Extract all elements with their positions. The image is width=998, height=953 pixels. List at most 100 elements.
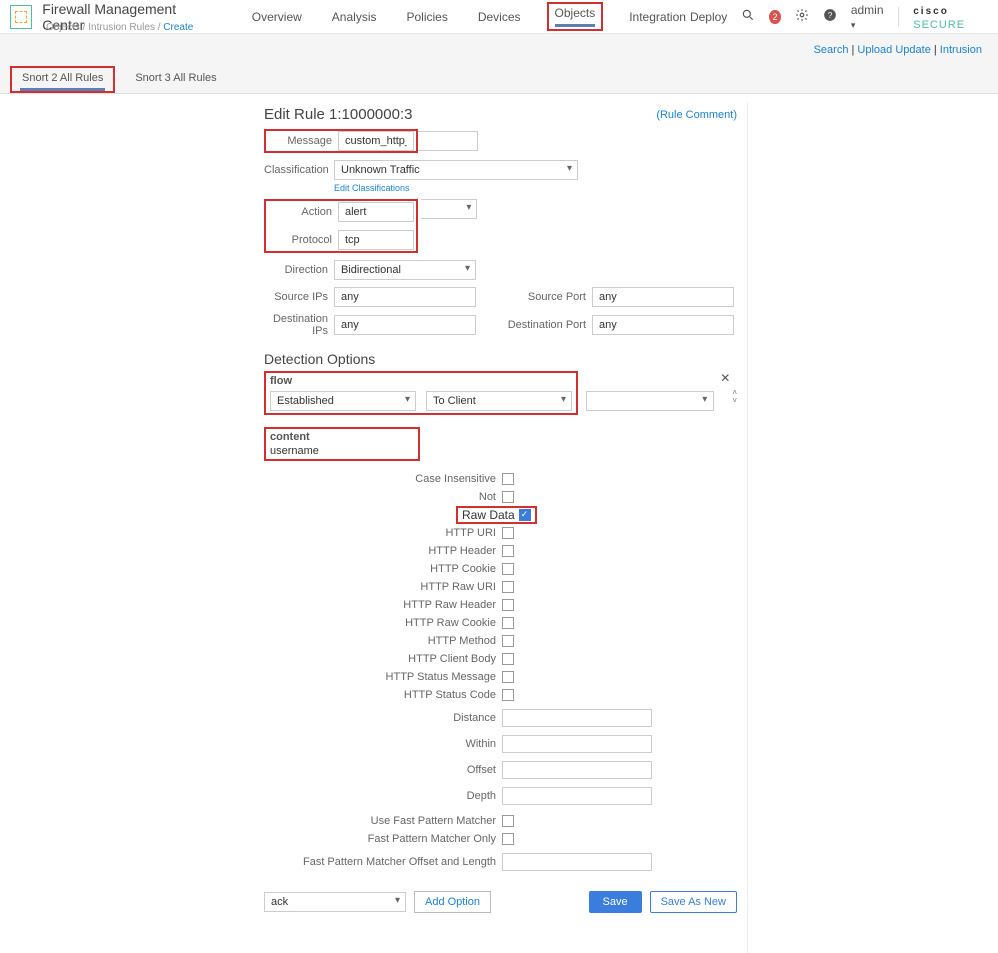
chk-http-client-body[interactable]	[502, 653, 514, 665]
panel-title: Edit Rule 1:1000000:3	[264, 106, 656, 123]
edit-rule-panel: Edit Rule 1:1000000:3 (Rule Comment) Mes…	[258, 102, 748, 953]
label-protocol: Protocol	[268, 234, 332, 246]
edit-classifications-link[interactable]: Edit Classifications	[334, 183, 737, 193]
dstips-input[interactable]	[334, 315, 476, 335]
nav-overview[interactable]: Overview	[248, 2, 306, 32]
subheader: Search | Upload Update | Intrusion Snort…	[0, 34, 998, 94]
chk-rawdata[interactable]	[519, 509, 531, 521]
chk-http-status-message[interactable]	[502, 671, 514, 683]
main-nav: Overview Analysis Policies Devices Objec…	[248, 2, 690, 32]
label-srcport: Source Port	[494, 291, 586, 303]
label-rawdata: Raw Data	[462, 508, 515, 522]
breadcrumb-p1[interactable]: Objects	[46, 22, 80, 33]
classification-select[interactable]: Unknown Traffic	[334, 160, 578, 180]
flow-close-icon[interactable]: ✕	[720, 371, 730, 385]
label-direction: Direction	[264, 264, 328, 276]
label-depth: Depth	[264, 790, 496, 802]
label-fast-pattern-matcher-only: Fast Pattern Matcher Only	[264, 833, 496, 845]
add-option-select[interactable]: ack	[264, 892, 406, 912]
chk-http-header[interactable]	[502, 545, 514, 557]
label-distance: Distance	[264, 712, 496, 724]
secure-brand: SECURE	[913, 19, 965, 31]
action-input[interactable]	[338, 202, 414, 222]
nav-analysis[interactable]: Analysis	[328, 2, 381, 32]
srcport-input[interactable]	[592, 287, 734, 307]
label-http-header: HTTP Header	[264, 545, 496, 557]
fpm-offset-input[interactable]	[502, 853, 652, 871]
direction-select[interactable]: Bidirectional	[334, 260, 476, 280]
label-dstips: Destination IPs	[264, 313, 328, 337]
label-fpm-offset: Fast Pattern Matcher Offset and Length	[264, 856, 496, 868]
link-intrusion[interactable]: Intrusion	[940, 44, 982, 56]
label-http-status-message: HTTP Status Message	[264, 671, 496, 683]
chk-http-cookie[interactable]	[502, 563, 514, 575]
tab-snort2[interactable]: Snort 2 All Rules	[10, 66, 115, 93]
chk-use-fast-pattern-matcher[interactable]	[502, 815, 514, 827]
flow-label: flow	[270, 375, 572, 387]
message-group: Message	[264, 129, 418, 153]
label-message: Message	[268, 135, 332, 147]
content-group: content username	[264, 427, 420, 461]
label-srcips: Source IPs	[264, 291, 328, 303]
label-http-method: HTTP Method	[264, 635, 496, 647]
chk-http-status-code[interactable]	[502, 689, 514, 701]
link-search[interactable]: Search	[814, 44, 849, 56]
link-upload[interactable]: Upload Update	[857, 44, 930, 56]
chk-http-uri[interactable]	[502, 527, 514, 539]
breadcrumb-p3[interactable]: Create	[163, 22, 193, 33]
detection-title: Detection Options	[264, 351, 737, 367]
cisco-brand: cisco	[913, 6, 949, 17]
flow-reorder-updown[interactable]: ˄˅	[732, 389, 737, 405]
deploy-link[interactable]: Deploy	[690, 10, 727, 24]
rule-comment-link[interactable]: (Rule Comment)	[656, 109, 737, 121]
flow-extra-select[interactable]	[586, 391, 714, 411]
content-options: Case InsensitiveNotRaw DataHTTP URIHTTP …	[264, 471, 737, 703]
offset-input[interactable]	[502, 761, 652, 779]
within-input[interactable]	[502, 735, 652, 753]
app-logo	[10, 5, 32, 29]
label-case-insensitive: Case Insensitive	[264, 473, 496, 485]
srcips-input[interactable]	[334, 287, 476, 307]
search-icon[interactable]	[741, 8, 755, 25]
label-dstport: Destination Port	[494, 319, 586, 331]
nav-objects[interactable]: Objects	[547, 2, 604, 31]
flow-dir-select[interactable]: To Client	[426, 391, 572, 411]
chk-http-method[interactable]	[502, 635, 514, 647]
rawdata-group: Raw Data	[456, 506, 537, 524]
label-action: Action	[268, 206, 332, 218]
label-http-uri: HTTP URI	[264, 527, 496, 539]
notif-badge[interactable]: 2	[769, 10, 781, 24]
gear-icon[interactable]	[795, 8, 809, 25]
chk-fast-pattern-matcher-only[interactable]	[502, 833, 514, 845]
save-as-new-button[interactable]: Save As New	[650, 891, 737, 913]
nav-devices[interactable]: Devices	[474, 2, 525, 32]
save-button[interactable]: Save	[589, 891, 642, 913]
distance-input[interactable]	[502, 709, 652, 727]
breadcrumb-p2[interactable]: Intrusion Rules	[88, 22, 155, 33]
chk-http-raw-cookie[interactable]	[502, 617, 514, 629]
label-within: Within	[264, 738, 496, 750]
flow-state-select[interactable]: Established	[270, 391, 416, 411]
chk-http-raw-uri[interactable]	[502, 581, 514, 593]
nav-integration[interactable]: Integration	[625, 2, 690, 32]
dstport-input[interactable]	[592, 315, 734, 335]
help-icon[interactable]: ?	[823, 8, 837, 25]
content-value: username	[270, 445, 414, 457]
tab-snort3[interactable]: Snort 3 All Rules	[125, 66, 226, 93]
chk-not[interactable]	[502, 491, 514, 503]
right-tools: Deploy 2 ? admin ▾ cisco SECURE	[690, 3, 988, 31]
label-http-raw-header: HTTP Raw Header	[264, 599, 496, 611]
protocol-input[interactable]	[338, 230, 414, 250]
label-http-status-code: HTTP Status Code	[264, 689, 496, 701]
chk-http-raw-header[interactable]	[502, 599, 514, 611]
label-offset: Offset	[264, 764, 496, 776]
label-http-raw-uri: HTTP Raw URI	[264, 581, 496, 593]
add-option-button[interactable]: Add Option	[414, 891, 491, 913]
nav-policies[interactable]: Policies	[402, 2, 451, 32]
admin-menu[interactable]: admin ▾	[851, 3, 884, 31]
chk-case-insensitive[interactable]	[502, 473, 514, 485]
message-input[interactable]	[338, 131, 414, 151]
label-http-raw-cookie: HTTP Raw Cookie	[264, 617, 496, 629]
content-label: content	[270, 431, 414, 443]
depth-input[interactable]	[502, 787, 652, 805]
